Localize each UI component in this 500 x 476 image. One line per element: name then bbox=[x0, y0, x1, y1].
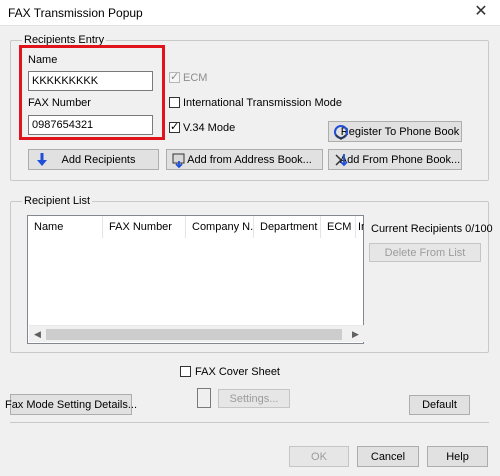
ecm-label: ECM bbox=[183, 72, 208, 84]
add-from-address-book-label: Add from Address Book... bbox=[187, 153, 312, 166]
default-button[interactable]: Default bbox=[409, 395, 470, 415]
scroll-left-icon[interactable]: ◀ bbox=[29, 326, 46, 343]
cover-sheet-preview bbox=[197, 388, 211, 408]
check-icon: ✓ bbox=[170, 121, 180, 133]
column-header-ecm[interactable]: ECM bbox=[321, 216, 356, 238]
recipient-list-view[interactable]: Name FAX Number Company N... Department … bbox=[27, 215, 364, 344]
recipient-list-label: Recipient List bbox=[22, 195, 93, 207]
add-from-phone-book-button[interactable]: Add From Phone Book... bbox=[328, 149, 462, 170]
v34-mode-label: V.34 Mode bbox=[183, 122, 236, 134]
check-icon: ✓ bbox=[170, 71, 180, 83]
add-recipients-label: Add Recipients bbox=[61, 153, 136, 166]
cancel-button[interactable]: Cancel bbox=[357, 446, 419, 467]
name-label: Name bbox=[28, 54, 58, 66]
column-header-department[interactable]: Department bbox=[254, 216, 321, 238]
arrow-down-icon bbox=[37, 153, 47, 166]
footer-divider bbox=[10, 422, 489, 423]
fax-number-label: FAX Number bbox=[28, 97, 91, 109]
title-bar: FAX Transmission Popup ✕ bbox=[0, 0, 500, 26]
scroll-right-icon[interactable]: ▶ bbox=[347, 326, 364, 343]
column-header-international[interactable]: In bbox=[356, 216, 364, 238]
fax-cover-sheet-checkbox[interactable] bbox=[180, 366, 191, 377]
fax-cover-sheet-label: FAX Cover Sheet bbox=[195, 366, 280, 378]
cover-sheet-settings-button[interactable]: Settings... bbox=[218, 389, 290, 408]
delete-from-list-button[interactable]: Delete From List bbox=[369, 243, 481, 262]
name-input[interactable]: KKKKKKKKK bbox=[28, 71, 153, 91]
international-mode-label: International Transmission Mode bbox=[183, 97, 342, 109]
column-header-fax-number[interactable]: FAX Number bbox=[103, 216, 186, 238]
scroll-thumb[interactable] bbox=[46, 329, 342, 340]
fax-number-input[interactable]: 0987654321 bbox=[28, 115, 153, 135]
add-recipients-button[interactable]: Add Recipients bbox=[28, 149, 159, 170]
ecm-checkbox[interactable]: ✓ bbox=[169, 71, 180, 83]
window-title: FAX Transmission Popup bbox=[8, 6, 143, 20]
ok-button[interactable]: OK bbox=[289, 446, 349, 467]
close-icon[interactable]: ✕ bbox=[468, 3, 494, 23]
v34-mode-checkbox[interactable]: ✓ bbox=[169, 121, 180, 133]
fax-mode-setting-details-button[interactable]: Fax Mode Setting Details... bbox=[5, 394, 137, 415]
help-button[interactable]: Help bbox=[427, 446, 488, 467]
column-header-name[interactable]: Name bbox=[28, 216, 103, 238]
column-header-company[interactable]: Company N... bbox=[186, 216, 254, 238]
phone-book-icon bbox=[335, 154, 348, 167]
address-book-icon bbox=[172, 153, 185, 169]
international-mode-checkbox[interactable] bbox=[169, 97, 180, 108]
register-phone-icon bbox=[334, 125, 348, 140]
current-recipients-count: Current Recipients 0/100 bbox=[371, 223, 493, 235]
add-from-address-book-button[interactable]: Add from Address Book... bbox=[166, 149, 323, 170]
register-phone-book-button[interactable]: Register To Phone Book bbox=[328, 121, 462, 142]
horizontal-scrollbar[interactable]: ◀ ▶ bbox=[29, 325, 364, 342]
